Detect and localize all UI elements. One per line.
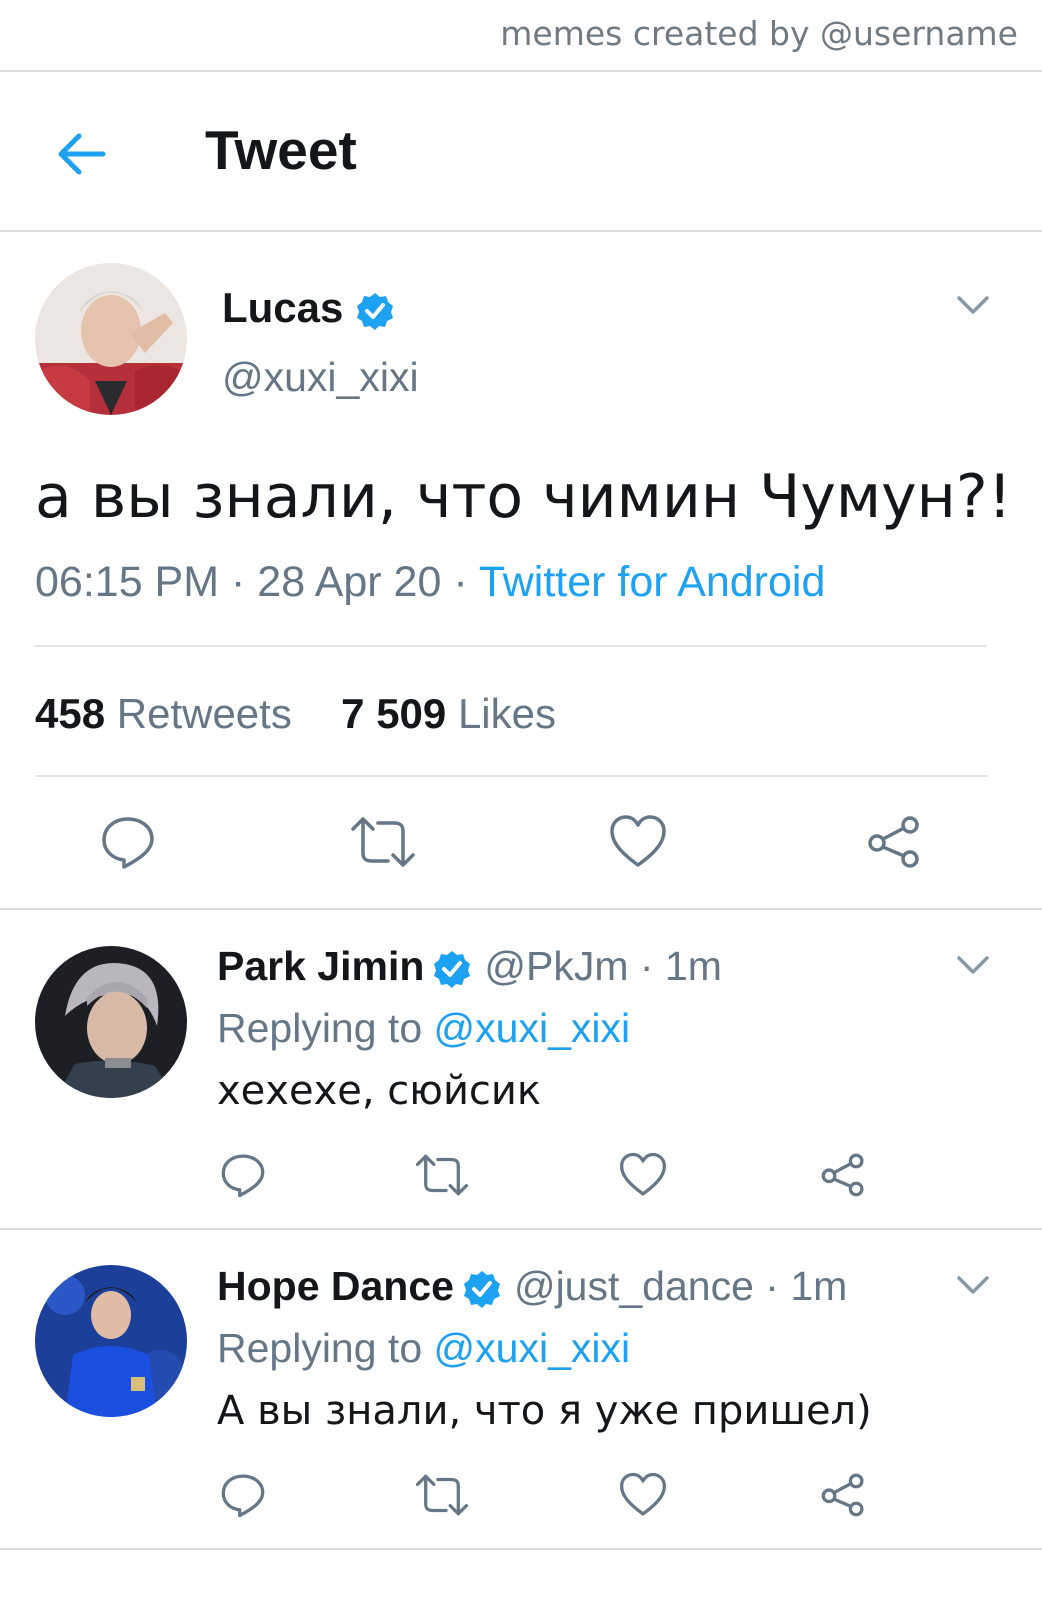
- likes-stat[interactable]: 7 509 Likes: [341, 690, 556, 737]
- chevron-down-icon[interactable]: [956, 1275, 990, 1295]
- divider: [35, 645, 987, 647]
- share-icon[interactable]: [866, 814, 922, 870]
- replying-to: Replying to @xuxi_xixi: [217, 1005, 630, 1052]
- replying-to-label: Replying to: [217, 1005, 423, 1051]
- reply-author-name[interactable]: Hope Dance: [217, 1263, 454, 1309]
- avatar[interactable]: [35, 1265, 187, 1417]
- tweet-date: 28 Apr 20: [257, 558, 442, 606]
- share-icon[interactable]: [820, 1152, 866, 1198]
- like-heart-icon[interactable]: [609, 814, 667, 870]
- separator: ·: [639, 943, 654, 989]
- retweets-stat[interactable]: 458 Retweets: [35, 690, 292, 737]
- chevron-down-icon[interactable]: [956, 295, 990, 315]
- tweet-stats: 458 Retweets 7 509 Likes: [35, 690, 556, 738]
- verified-badge-icon: [357, 292, 394, 330]
- like-heart-icon[interactable]: [619, 1152, 667, 1198]
- arrow-left-icon[interactable]: [55, 128, 107, 180]
- retweets-count: 458: [35, 690, 106, 737]
- replying-to-mention[interactable]: @xuxi_xixi: [434, 1325, 631, 1371]
- replying-to-label: Replying to: [217, 1325, 423, 1371]
- tweet-text: а вы знали, что чимин Чумун?!: [35, 462, 1012, 532]
- reply-author-handle[interactable]: @just_dance: [514, 1263, 754, 1309]
- verified-badge-icon: [434, 951, 471, 989]
- divider: [0, 1548, 1042, 1550]
- divider: [0, 908, 1042, 910]
- retweets-label: Retweets: [116, 690, 292, 737]
- retweet-icon[interactable]: [415, 1153, 469, 1197]
- reply-author-handle[interactable]: @PkJm: [484, 943, 628, 989]
- verified-badge-icon: [463, 1271, 500, 1309]
- user-handle[interactable]: @xuxi_xixi: [222, 354, 419, 401]
- likes-label: Likes: [457, 690, 557, 737]
- replying-to: Replying to @xuxi_xixi: [217, 1325, 630, 1372]
- reply-text: хехехе, сюйсик: [217, 1068, 542, 1114]
- tweet-time: 06:15 PM: [35, 558, 220, 606]
- reply-time: 1m: [664, 943, 722, 989]
- avatar[interactable]: [35, 263, 187, 415]
- reply-text: А вы знали, что я уже пришел): [217, 1388, 872, 1434]
- page-title: Tweet: [205, 119, 357, 181]
- tweet-meta: 06:15 PM · 28 Apr 20 · Twitter for Andro…: [35, 558, 825, 607]
- divider: [35, 775, 987, 777]
- reply-icon[interactable]: [220, 1152, 266, 1198]
- reply-author-name[interactable]: Park Jimin: [217, 943, 424, 989]
- divider: [0, 1228, 1042, 1230]
- like-heart-icon[interactable]: [619, 1472, 667, 1518]
- reply-icon[interactable]: [220, 1472, 266, 1518]
- watermark: memes created by @username: [500, 14, 1018, 53]
- reply-header: Hope Dance @just_dance · 1m: [217, 1263, 847, 1310]
- reply-header: Park Jimin @PkJm · 1m: [217, 943, 722, 990]
- reply-time: 1m: [790, 1263, 848, 1309]
- chevron-down-icon[interactable]: [956, 955, 990, 975]
- separator: ·: [231, 558, 246, 606]
- reply-icon[interactable]: [100, 814, 156, 870]
- top-bar: memes created by @username: [0, 0, 1042, 72]
- avatar[interactable]: [35, 946, 187, 1098]
- separator: ·: [765, 1263, 779, 1309]
- replying-to-mention[interactable]: @xuxi_xixi: [434, 1005, 631, 1051]
- retweet-icon[interactable]: [415, 1473, 469, 1517]
- header: [0, 70, 1042, 232]
- tweet-source-link[interactable]: Twitter for Android: [479, 558, 826, 606]
- user-name-text[interactable]: Lucas: [222, 284, 343, 331]
- share-icon[interactable]: [820, 1472, 866, 1518]
- user-name[interactable]: Lucas: [222, 284, 395, 332]
- likes-count: 7 509: [341, 690, 447, 737]
- separator: ·: [453, 558, 468, 606]
- retweet-icon[interactable]: [350, 815, 416, 869]
